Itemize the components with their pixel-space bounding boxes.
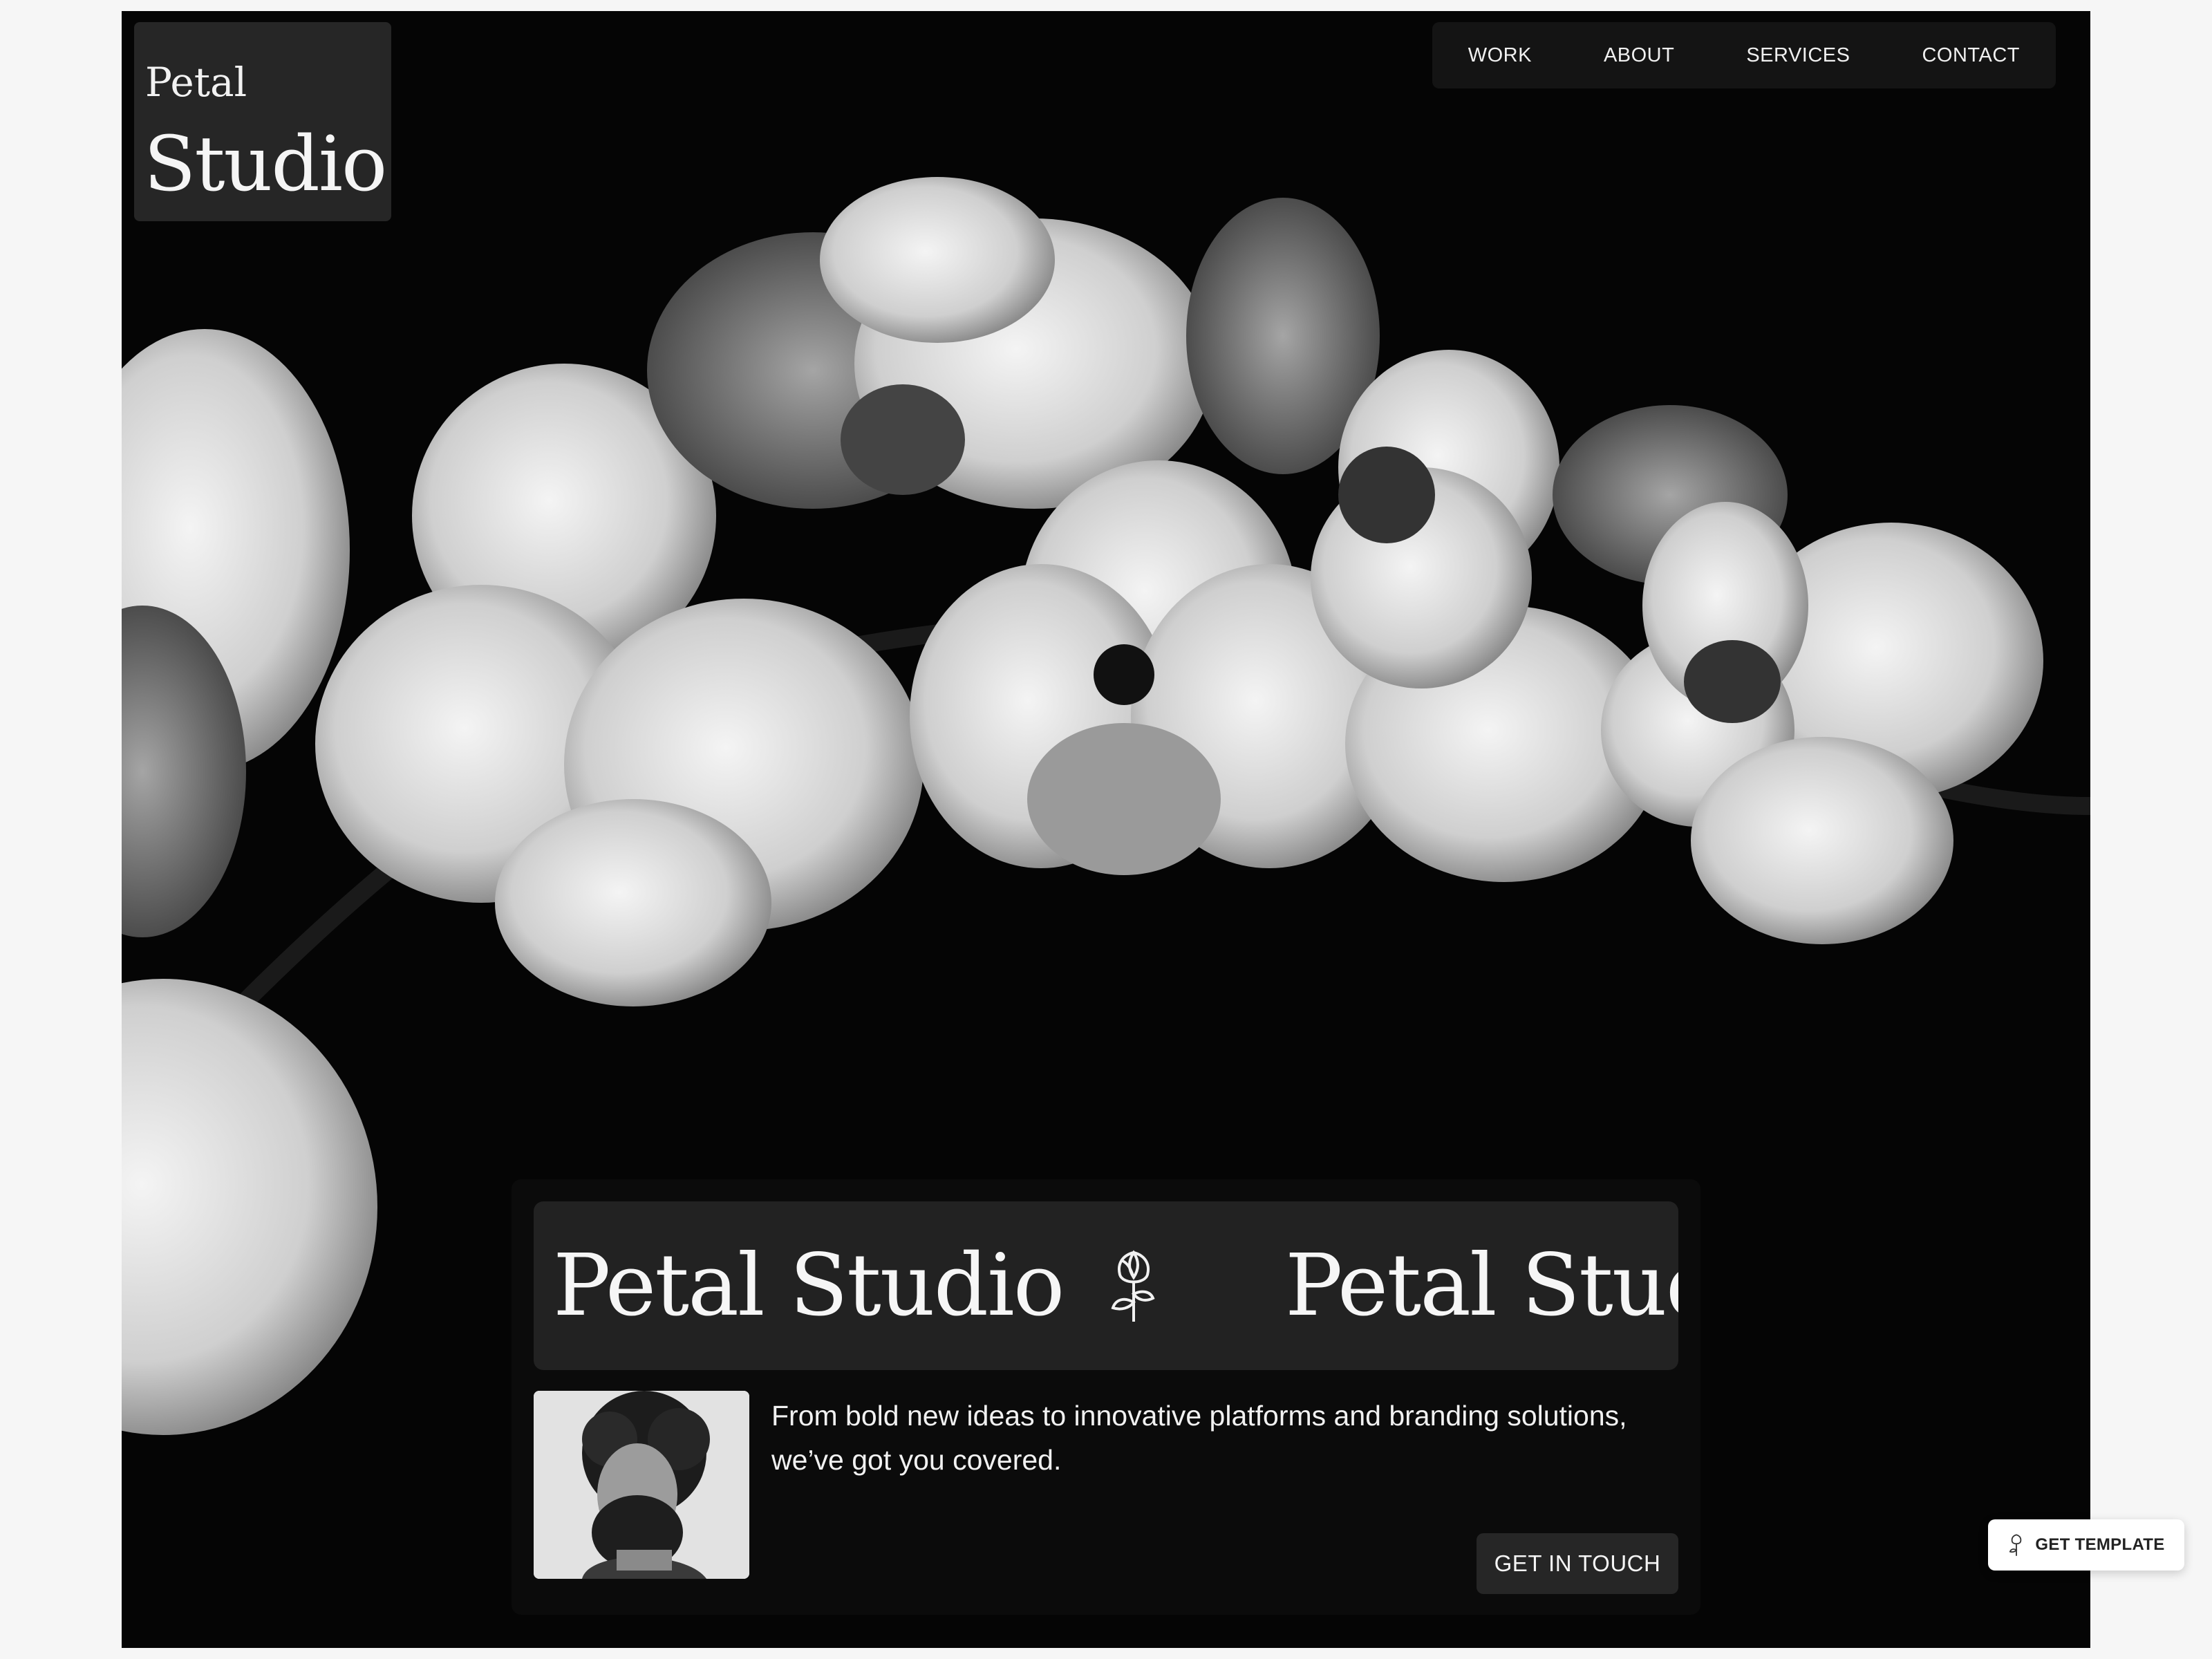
brand-logo-big: Studio	[144, 120, 387, 208]
rose-icon	[1111, 1250, 1155, 1322]
get-template-button[interactable]: GET TEMPLATE	[1988, 1519, 2184, 1571]
hero-panel: Petal Studio Petal Studio	[512, 1179, 1700, 1615]
get-template-label: GET TEMPLATE	[2035, 1535, 2165, 1554]
rose-icon	[2009, 1534, 2022, 1556]
hero-frame: Petal Studio WORK ABOUT SERVICES CONTACT…	[122, 11, 2090, 1648]
portrait-illustration	[534, 1391, 749, 1579]
brand-marquee: Petal Studio Petal Studio	[534, 1201, 1678, 1370]
hero-tagline: From bold new ideas to innovative platfo…	[771, 1400, 1627, 1476]
top-nav: WORK ABOUT SERVICES CONTACT	[1432, 22, 2056, 88]
portrait-image	[534, 1391, 749, 1579]
marquee-text: Petal Studio	[1285, 1236, 1678, 1335]
nav-item-contact[interactable]: CONTACT	[1886, 22, 2056, 88]
marquee-text: Petal Studio	[553, 1236, 1065, 1335]
get-in-touch-button[interactable]: GET IN TOUCH	[1477, 1533, 1678, 1594]
brand-logo[interactable]: Petal Studio	[134, 22, 391, 221]
nav-item-work[interactable]: WORK	[1432, 22, 1568, 88]
nav-item-about[interactable]: ABOUT	[1568, 22, 1710, 88]
brand-logo-small: Petal	[145, 59, 247, 106]
nav-item-services[interactable]: SERVICES	[1710, 22, 1886, 88]
